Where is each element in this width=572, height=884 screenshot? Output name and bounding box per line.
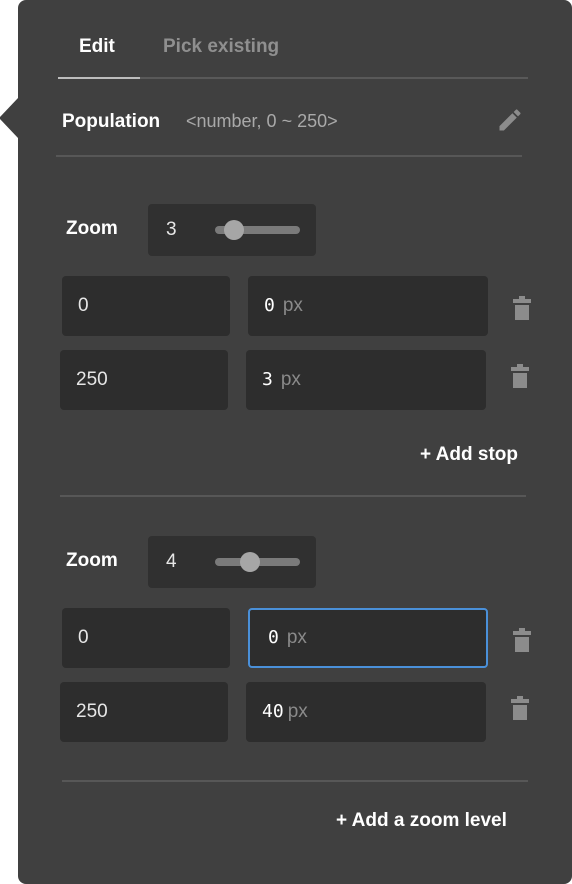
- stop-input-field[interactable]: 0: [62, 608, 230, 668]
- zoom-label: Zoom: [66, 218, 118, 239]
- panel-pointer: [0, 98, 18, 138]
- add-stop-button[interactable]: + Add stop: [420, 444, 518, 466]
- zoom-label: Zoom: [66, 550, 118, 571]
- trash-icon[interactable]: [512, 628, 532, 656]
- unit-label: px: [287, 701, 308, 722]
- stop-input-value: 0: [78, 627, 89, 648]
- add-zoom-level-button[interactable]: + Add a zoom level: [336, 810, 507, 832]
- tab-pick-existing[interactable]: Pick existing: [163, 36, 279, 58]
- zoom-slider-thumb[interactable]: [239, 552, 260, 572]
- stop-output-field[interactable]: 3 px: [246, 350, 486, 410]
- stop-output-field[interactable]: 0 px: [248, 276, 488, 336]
- zoom-value: 3: [166, 219, 177, 240]
- tab-edit[interactable]: Edit: [79, 36, 115, 58]
- stop-input-value: 0: [78, 295, 89, 316]
- stop-input-value: 250: [76, 701, 108, 722]
- pencil-icon[interactable]: [496, 106, 524, 134]
- stop-output-field-focused[interactable]: 0 px: [248, 608, 488, 668]
- stop-output-value: 0: [268, 627, 279, 648]
- zoom-group-divider: [60, 495, 526, 497]
- unit-label: px: [280, 369, 301, 390]
- zoom-slider-thumb[interactable]: [223, 220, 244, 240]
- zoom-level-control: 3: [148, 204, 316, 256]
- stop-output-value: 40: [262, 701, 284, 722]
- stop-input-field[interactable]: 250: [60, 682, 228, 742]
- trash-icon[interactable]: [510, 696, 530, 724]
- stop-input-field[interactable]: 0: [62, 276, 230, 336]
- zoom-slider[interactable]: [215, 552, 300, 572]
- stop-output-value: 0: [264, 295, 275, 316]
- footer-divider: [62, 780, 528, 782]
- tab-active-indicator: [58, 77, 140, 79]
- unit-label: px: [286, 627, 307, 648]
- unit-label: px: [282, 295, 303, 316]
- property-type-hint: <number, 0 ~ 250>: [186, 111, 338, 131]
- trash-icon[interactable]: [510, 364, 530, 392]
- stop-input-value: 250: [76, 369, 108, 390]
- stop-input-field[interactable]: 250: [60, 350, 228, 410]
- stop-output-field[interactable]: 40 px: [246, 682, 486, 742]
- header-divider: [56, 155, 522, 157]
- zoom-slider[interactable]: [215, 220, 300, 240]
- property-name: Population: [62, 111, 161, 132]
- zoom-value: 4: [166, 551, 177, 572]
- stop-output-value: 3: [262, 369, 273, 390]
- trash-icon[interactable]: [512, 296, 532, 324]
- zoom-level-control: 4: [148, 536, 316, 588]
